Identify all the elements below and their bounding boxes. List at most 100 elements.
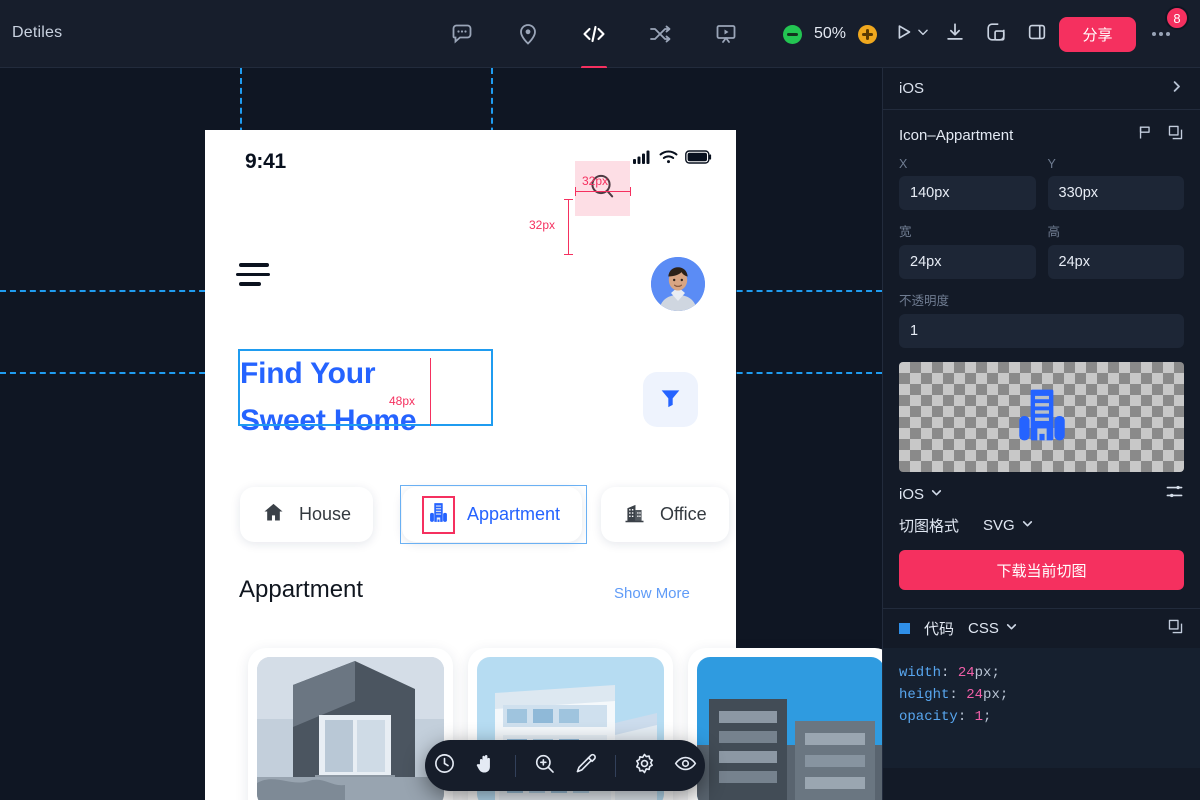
zoom-in-button[interactable] [858,25,877,44]
measure-label-gap: 48px [389,394,415,408]
hand-tool-button[interactable] [471,751,501,781]
code-icon [581,22,607,46]
code-unit: ; [983,709,991,725]
opacity-label: 不透明度 [899,290,1184,309]
preview-play-button[interactable] [893,21,932,48]
measure-line-vertical [430,358,431,426]
copy-code-button[interactable] [1167,618,1184,640]
export-platform-value: iOS [899,486,924,503]
inspector-panel: iOS Icon–Appartment [882,68,1200,800]
platform-selector-row[interactable]: iOS [883,68,1200,110]
code-line: width: 24px; [899,662,1184,684]
presentation-tool-button[interactable] [704,12,748,56]
panel-toggle-button[interactable] [1019,16,1055,52]
chevron-down-icon [1021,517,1034,534]
chevron-down-icon [1005,620,1018,637]
property-photo [257,657,444,800]
pin-tool-button[interactable] [506,12,550,56]
code-value: 1 [975,709,983,725]
x-label: X [899,157,1036,171]
battery-icon [685,150,712,169]
office-icon [623,501,646,529]
flow-icon [648,22,672,46]
right-action-icons [893,0,1055,68]
chevron-right-icon [1169,79,1184,99]
chip-selection-outline [401,486,586,543]
presentation-icon [714,22,738,46]
code-line: height: 24px; [899,684,1184,706]
export-settings-button[interactable] [1165,482,1184,506]
layer-header-row: Icon–Appartment [899,124,1184,146]
code-property: opacity [899,709,958,725]
menu-hamburger-button[interactable] [239,263,269,292]
flag-icon[interactable] [1137,124,1154,146]
history-button[interactable] [430,751,460,781]
height-label: 高 [1048,221,1185,240]
measure-label-width: 32px [582,174,608,188]
show-more-link[interactable]: Show More [614,585,690,602]
hamburger-line [239,282,261,286]
download-asset-button[interactable]: 下载当前切图 [899,550,1184,590]
code-snippet[interactable]: width: 24px; height: 24px; opacity: 1; [883,648,1200,768]
chevron-down-icon [916,25,930,44]
eyedropper-button[interactable] [571,751,601,781]
export-platform-dropdown[interactable]: iOS [899,486,943,503]
house-icon [262,501,285,529]
opacity-field: 不透明度 [899,290,1184,348]
search-button[interactable] [575,161,630,216]
section-title: Appartment [239,576,363,604]
x-input[interactable] [899,176,1036,210]
chip-label: House [299,504,351,525]
copy-icon[interactable] [1167,124,1184,146]
zoom-tool-button[interactable] [530,751,560,781]
share-button[interactable]: 分享 [1059,17,1136,52]
category-chip-office[interactable]: Office [601,487,729,542]
y-input[interactable] [1048,176,1185,210]
format-dropdown[interactable]: SVG [983,517,1034,534]
dot [1152,32,1156,36]
dot [1166,32,1170,36]
x-field: X [899,157,1036,210]
hand-icon [474,752,497,780]
pin-icon [516,22,540,46]
property-card[interactable]: Luxury Appartment [248,648,453,800]
property-card[interactable]: Corner Appartment [688,648,882,800]
opacity-field-row: 不透明度 [899,290,1184,348]
design-canvas[interactable]: 9:41 [0,68,882,800]
category-chip-house[interactable]: House [240,487,373,542]
measure-line-horizontal [575,191,630,192]
filter-icon [658,385,683,415]
code-language-dropdown[interactable]: CSS [968,620,1018,637]
platform-label: iOS [899,80,924,97]
flow-tool-button[interactable] [638,12,682,56]
code-tool-button[interactable] [572,12,616,56]
download-button[interactable] [937,16,973,52]
filter-button[interactable] [643,372,698,427]
size-fields: 宽 高 [899,221,1184,279]
y-label: Y [1048,157,1185,171]
cellular-signal-icon [633,150,652,169]
wifi-icon [659,150,678,169]
toolbar-divider [615,755,616,777]
canvas-settings-button[interactable] [630,751,660,781]
notification-badge[interactable]: 8 [1165,6,1189,30]
visibility-toggle-button[interactable] [671,751,701,781]
avatar[interactable] [651,257,705,311]
height-input[interactable] [1048,245,1185,279]
opacity-input[interactable] [899,314,1184,348]
width-input[interactable] [899,245,1036,279]
canvas-floating-toolbar [425,740,705,791]
zoom-level-value: 50% [811,25,849,43]
measure-cap [564,199,573,200]
download-icon [944,21,966,48]
export-format-row: 切图格式 SVG [883,506,1200,536]
code-unit: px; [975,665,1000,681]
zoom-in-icon [533,752,556,780]
top-toolbar: Detiles [0,0,1200,68]
duplicate-button[interactable] [978,16,1014,52]
chevron-down-icon [930,486,943,503]
app-root: Detiles [0,0,1200,800]
comment-tool-button[interactable] [440,12,484,56]
phone-artboard[interactable]: 9:41 [205,130,736,800]
zoom-out-button[interactable] [783,25,802,44]
